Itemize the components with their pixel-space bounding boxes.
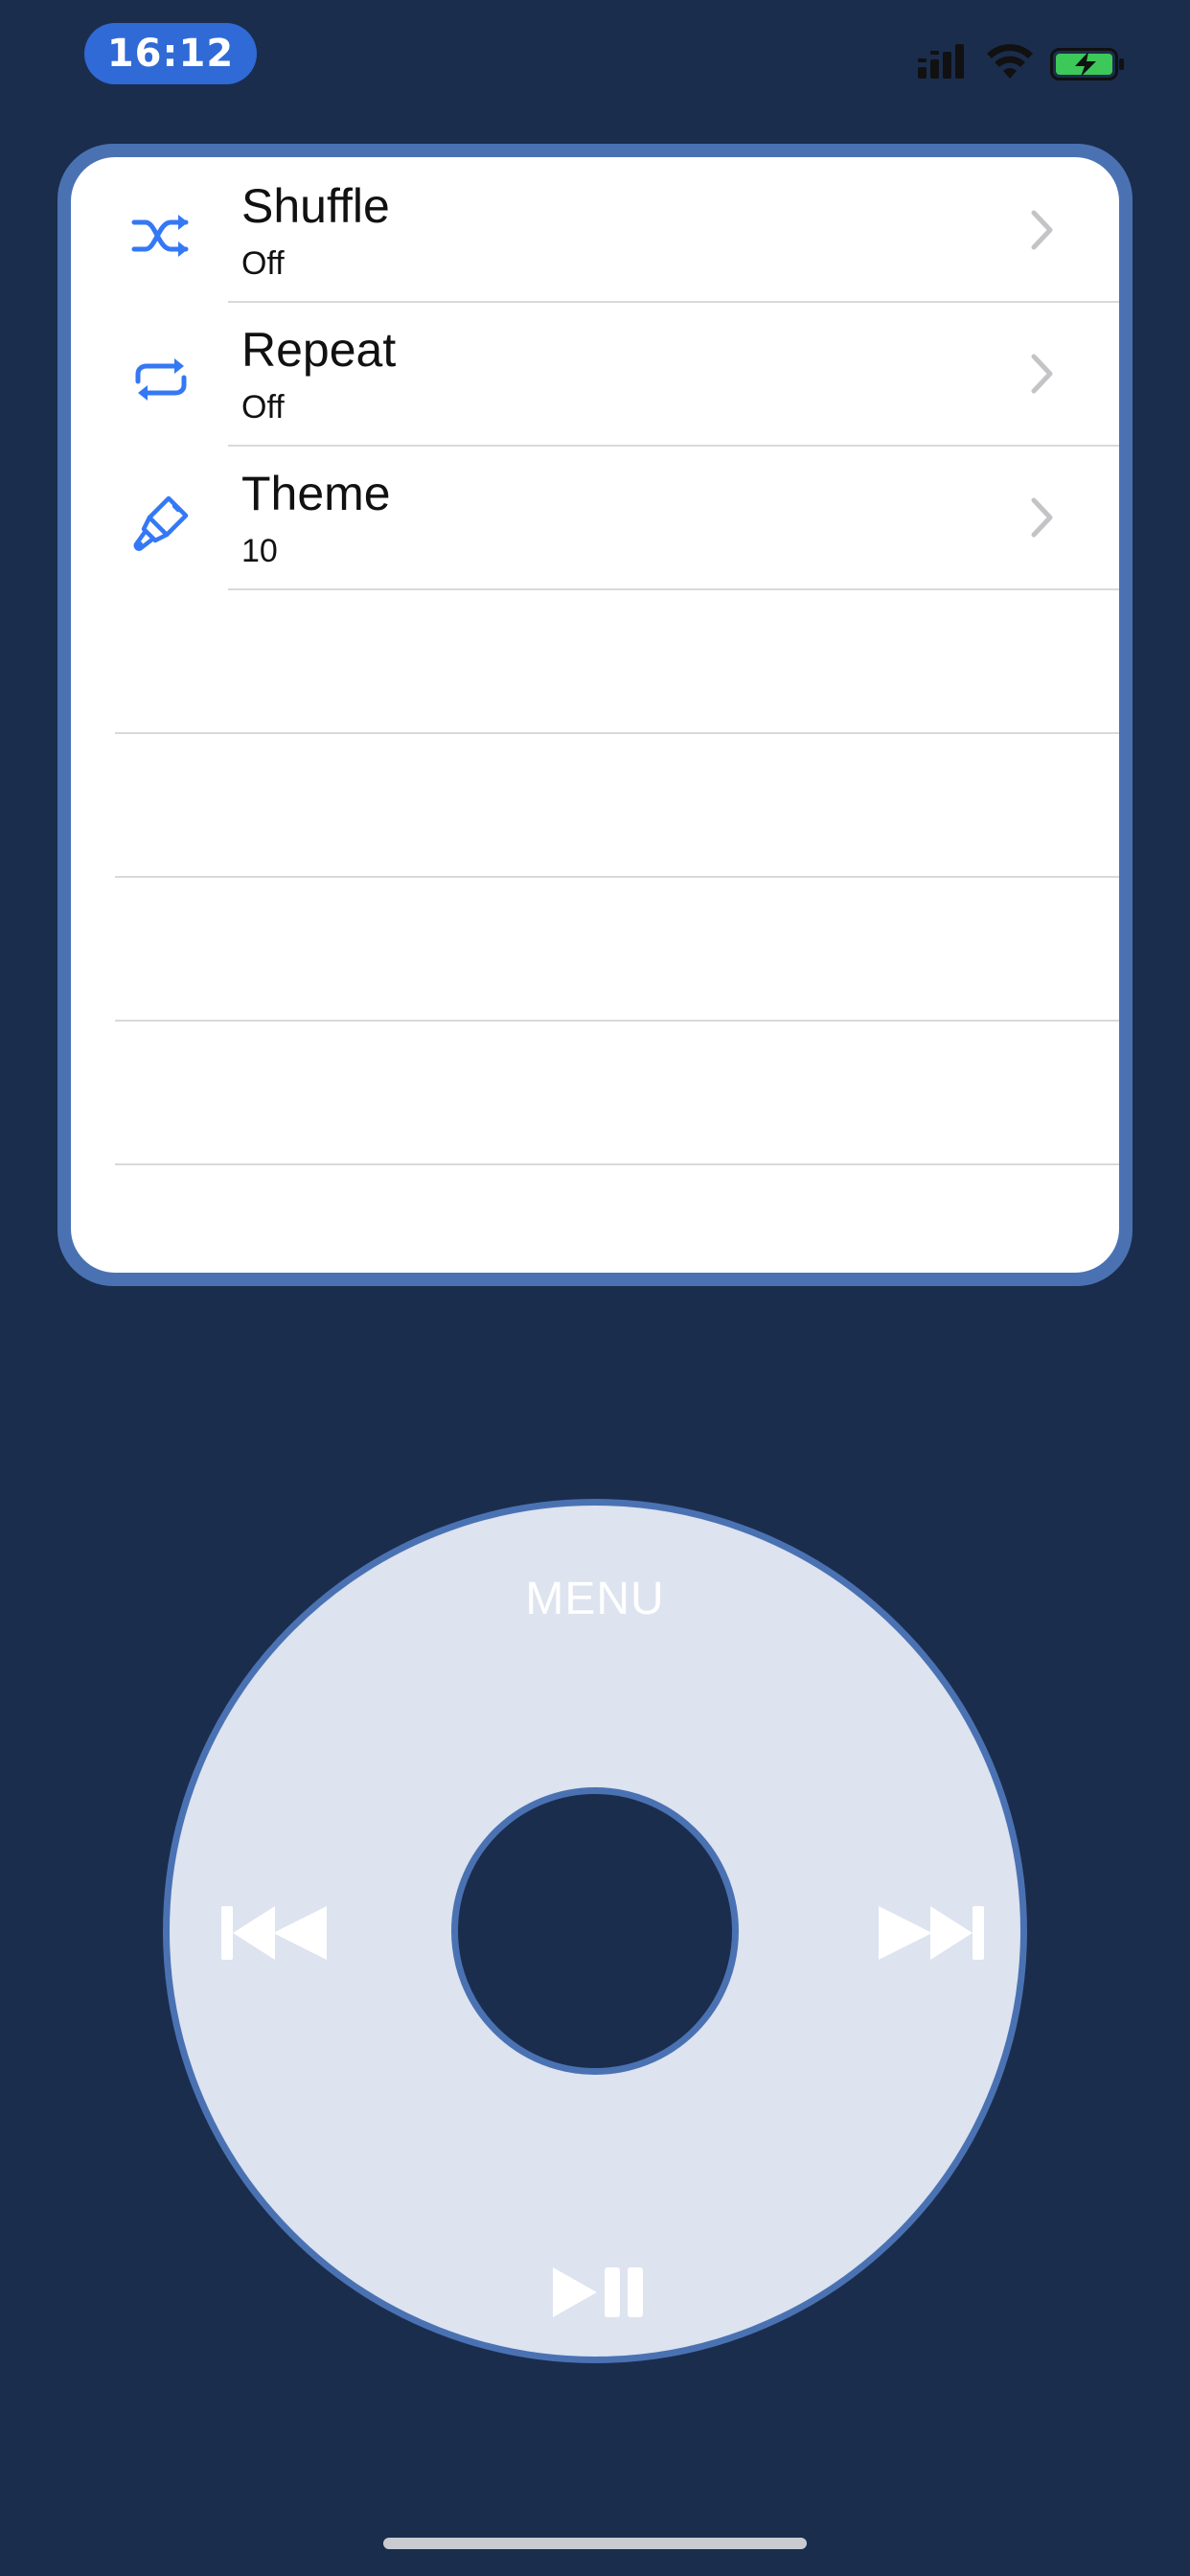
empty-row (71, 1163, 1119, 1273)
menu-item-shuffle[interactable]: Shuffle Off (71, 157, 1119, 301)
click-wheel[interactable]: MENU (163, 1499, 1027, 2363)
repeat-icon (135, 358, 187, 401)
empty-row (71, 588, 1119, 732)
status-time: 16:12 (84, 23, 257, 84)
menu-item-title: Repeat (241, 323, 397, 377)
menu-button[interactable]: MENU (170, 1573, 1020, 1625)
chevron-right-icon (1031, 497, 1053, 538)
status-bar: 16:12 (0, 0, 1190, 115)
cellular-signal-icon (918, 44, 964, 79)
home-indicator[interactable] (383, 2538, 807, 2549)
menu-item-title: Theme (241, 467, 391, 520)
menu-item-value: 10 (241, 533, 278, 569)
chevron-right-icon (1031, 354, 1053, 394)
menu-item-title: Shuffle (241, 179, 390, 233)
wifi-icon (987, 44, 1033, 79)
shuffle-icon (131, 215, 189, 257)
empty-row (71, 732, 1119, 876)
previous-track-icon[interactable] (219, 1904, 331, 1962)
next-track-icon[interactable] (875, 1904, 986, 1962)
empty-row (71, 1020, 1119, 1163)
paintbrush-icon (133, 495, 189, 551)
center-select-button[interactable] (451, 1787, 739, 2075)
menu-item-theme[interactable]: Theme 10 (71, 445, 1119, 588)
menu-item-repeat[interactable]: Repeat Off (71, 301, 1119, 445)
play-pause-icon[interactable] (549, 2265, 649, 2320)
menu-item-value: Off (241, 389, 285, 426)
screen-frame: Shuffle Off Repeat Off Theme 10 (57, 144, 1133, 1286)
menu-item-value: Off (241, 245, 285, 282)
battery-charging-icon (1050, 48, 1124, 80)
empty-row (71, 876, 1119, 1020)
chevron-right-icon (1031, 210, 1053, 250)
menu-screen: Shuffle Off Repeat Off Theme 10 (71, 157, 1119, 1273)
